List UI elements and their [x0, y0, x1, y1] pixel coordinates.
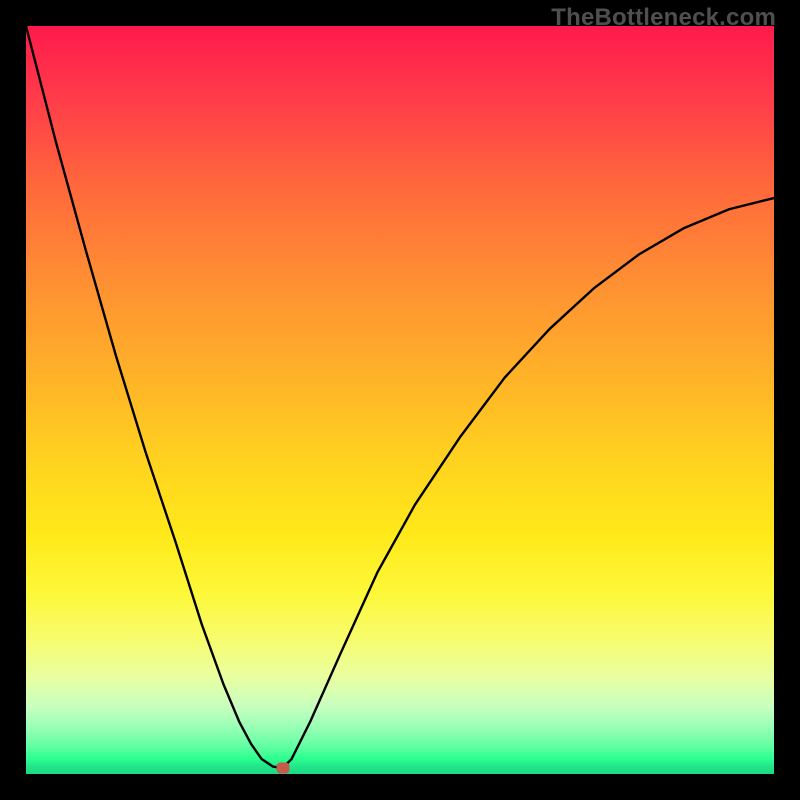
curve-left-branch — [26, 26, 283, 768]
curve-right-branch — [292, 198, 774, 759]
bottleneck-curve — [26, 26, 774, 774]
minimum-marker — [276, 763, 289, 774]
chart-frame: TheBottleneck.com — [0, 0, 800, 800]
plot-area — [26, 26, 774, 774]
